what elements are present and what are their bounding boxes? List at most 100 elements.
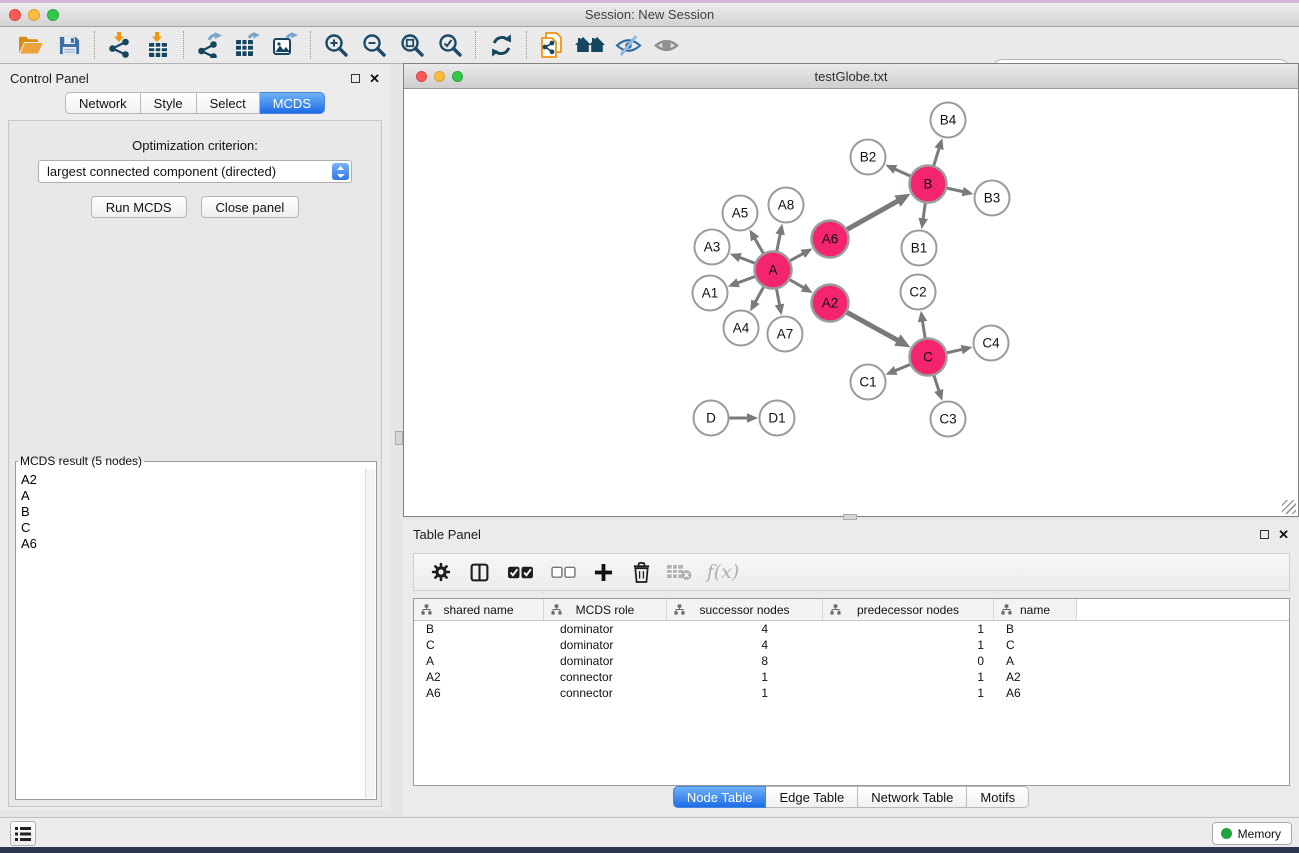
table-row[interactable]: Bdominator41B (414, 621, 1289, 637)
column-chooser-button[interactable] (462, 556, 496, 588)
float-panel-icon[interactable] (351, 74, 360, 83)
attribute-type-icon (421, 604, 432, 615)
svg-text:C2: C2 (909, 285, 926, 300)
graph-node-C2[interactable]: C2 (901, 275, 936, 310)
function-builder-button[interactable]: f(x) (700, 556, 746, 588)
import-network-button[interactable] (101, 28, 139, 62)
graph-node-A3[interactable]: A3 (695, 230, 730, 265)
close-network-button[interactable] (416, 71, 427, 82)
close-window-button[interactable] (9, 9, 21, 21)
graph-node-A1[interactable]: A1 (693, 276, 728, 311)
network-window-titlebar[interactable]: testGlobe.txt (404, 64, 1298, 89)
mcds-result-item[interactable]: A (21, 488, 364, 504)
memory-button[interactable]: Memory (1212, 822, 1292, 845)
graph-node-B2[interactable]: B2 (851, 140, 886, 175)
table-cell: A (414, 654, 544, 668)
import-network-icon (107, 32, 133, 58)
delete-column-icon (632, 562, 651, 583)
open-file-button[interactable] (12, 28, 50, 62)
graph-node-B[interactable]: B (910, 166, 947, 203)
tab-mcds[interactable]: MCDS (260, 92, 325, 114)
graph-node-D[interactable]: D (694, 401, 729, 436)
select-all-button[interactable] (500, 556, 540, 588)
resize-grip[interactable] (1282, 500, 1296, 514)
tab-select[interactable]: Select (197, 92, 260, 114)
open-session-button[interactable] (533, 28, 571, 62)
tab-network[interactable]: Network (65, 92, 141, 114)
panel-list-button[interactable] (10, 821, 36, 846)
control-panel-title: Control Panel (10, 71, 89, 86)
delete-table-button[interactable] (662, 556, 696, 588)
graph-node-A4[interactable]: A4 (724, 311, 759, 346)
zoom-out-button[interactable] (355, 28, 393, 62)
graph-node-B3[interactable]: B3 (975, 181, 1010, 216)
minimize-window-button[interactable] (28, 9, 40, 21)
minimize-network-button[interactable] (434, 71, 445, 82)
table-row[interactable]: A2connector11A2 (414, 669, 1289, 685)
refresh-button[interactable] (482, 28, 520, 62)
graph-node-C[interactable]: C (910, 339, 947, 376)
zoom-window-button[interactable] (47, 9, 59, 21)
run-mcds-button[interactable]: Run MCDS (91, 196, 187, 218)
network-canvas[interactable]: B4 B2 B B3 A8 A5 A6 A3 B1 A A1 C2 A2 A4 A7 C4 C C1 D D1 C3 (404, 89, 1298, 516)
criterion-dropdown[interactable]: largest connected component (directed) (38, 160, 352, 183)
graph-node-A7[interactable]: A7 (768, 317, 803, 352)
column-header-mcds-role[interactable]: MCDS role (544, 599, 667, 620)
column-header-predecessor-nodes[interactable]: predecessor nodes (823, 599, 994, 620)
tab-style[interactable]: Style (141, 92, 197, 114)
mcds-result-list[interactable]: A2ABCA6 (17, 470, 364, 798)
export-network-button[interactable] (190, 28, 228, 62)
deselect-all-button[interactable] (544, 556, 582, 588)
table-settings-button[interactable] (424, 556, 458, 588)
svg-text:C: C (923, 350, 933, 365)
table-row[interactable]: A6connector11A6 (414, 685, 1289, 701)
close-panel-icon[interactable]: ✕ (369, 72, 380, 85)
toolbar-separator (183, 31, 184, 59)
zoom-network-button[interactable] (452, 71, 463, 82)
mcds-result-item[interactable]: A2 (21, 472, 364, 488)
graph-node-A5[interactable]: A5 (723, 196, 758, 231)
graph-node-C3[interactable]: C3 (931, 402, 966, 437)
graph-node-B1[interactable]: B1 (902, 231, 937, 266)
mcds-result-item[interactable]: B (21, 504, 364, 520)
column-header-name[interactable]: name (994, 599, 1077, 620)
export-table-button[interactable] (228, 28, 266, 62)
tab-motifs[interactable]: Motifs (967, 786, 1029, 808)
show-graphics-details-button[interactable] (647, 28, 685, 62)
panel-splitter-handle[interactable] (395, 431, 403, 445)
home-view-button[interactable] (571, 28, 609, 62)
show-graphics-details-icon (653, 34, 680, 57)
zoom-in-button[interactable] (317, 28, 355, 62)
graph-node-A2[interactable]: A2 (812, 285, 849, 322)
tab-node-table[interactable]: Node Table (673, 786, 767, 808)
table-row[interactable]: Adominator80A (414, 653, 1289, 669)
graph-node-A[interactable]: A (755, 252, 792, 289)
tab-network-table[interactable]: Network Table (858, 786, 967, 808)
graph-node-C4[interactable]: C4 (974, 326, 1009, 361)
mcds-result-item[interactable]: C (21, 520, 364, 536)
column-header-shared-name[interactable]: shared name (414, 599, 544, 620)
scrollbar[interactable] (365, 469, 375, 798)
graph-node-D1[interactable]: D1 (760, 401, 795, 436)
graph-node-B4[interactable]: B4 (931, 103, 966, 138)
import-table-button[interactable] (139, 28, 177, 62)
arrowhead-icon (918, 218, 928, 230)
svg-text:C3: C3 (939, 412, 956, 427)
close-panel-button[interactable]: Close panel (201, 196, 300, 218)
save-session-button[interactable] (50, 28, 88, 62)
export-image-button[interactable] (266, 28, 304, 62)
add-column-button[interactable] (586, 556, 620, 588)
column-header-successor-nodes[interactable]: successor nodes (667, 599, 823, 620)
zoom-fit-button[interactable] (393, 28, 431, 62)
graph-node-A8[interactable]: A8 (769, 188, 804, 223)
graph-node-A6[interactable]: A6 (812, 221, 849, 258)
float-panel-icon[interactable] (1260, 530, 1269, 539)
mcds-result-item[interactable]: A6 (21, 536, 364, 552)
zoom-selected-button[interactable] (431, 28, 469, 62)
graph-node-C1[interactable]: C1 (851, 365, 886, 400)
close-panel-icon[interactable]: ✕ (1278, 528, 1289, 541)
delete-column-button[interactable] (624, 556, 658, 588)
hide-graphics-details-button[interactable] (609, 28, 647, 62)
tab-edge-table[interactable]: Edge Table (766, 786, 858, 808)
table-row[interactable]: Cdominator41C (414, 637, 1289, 653)
